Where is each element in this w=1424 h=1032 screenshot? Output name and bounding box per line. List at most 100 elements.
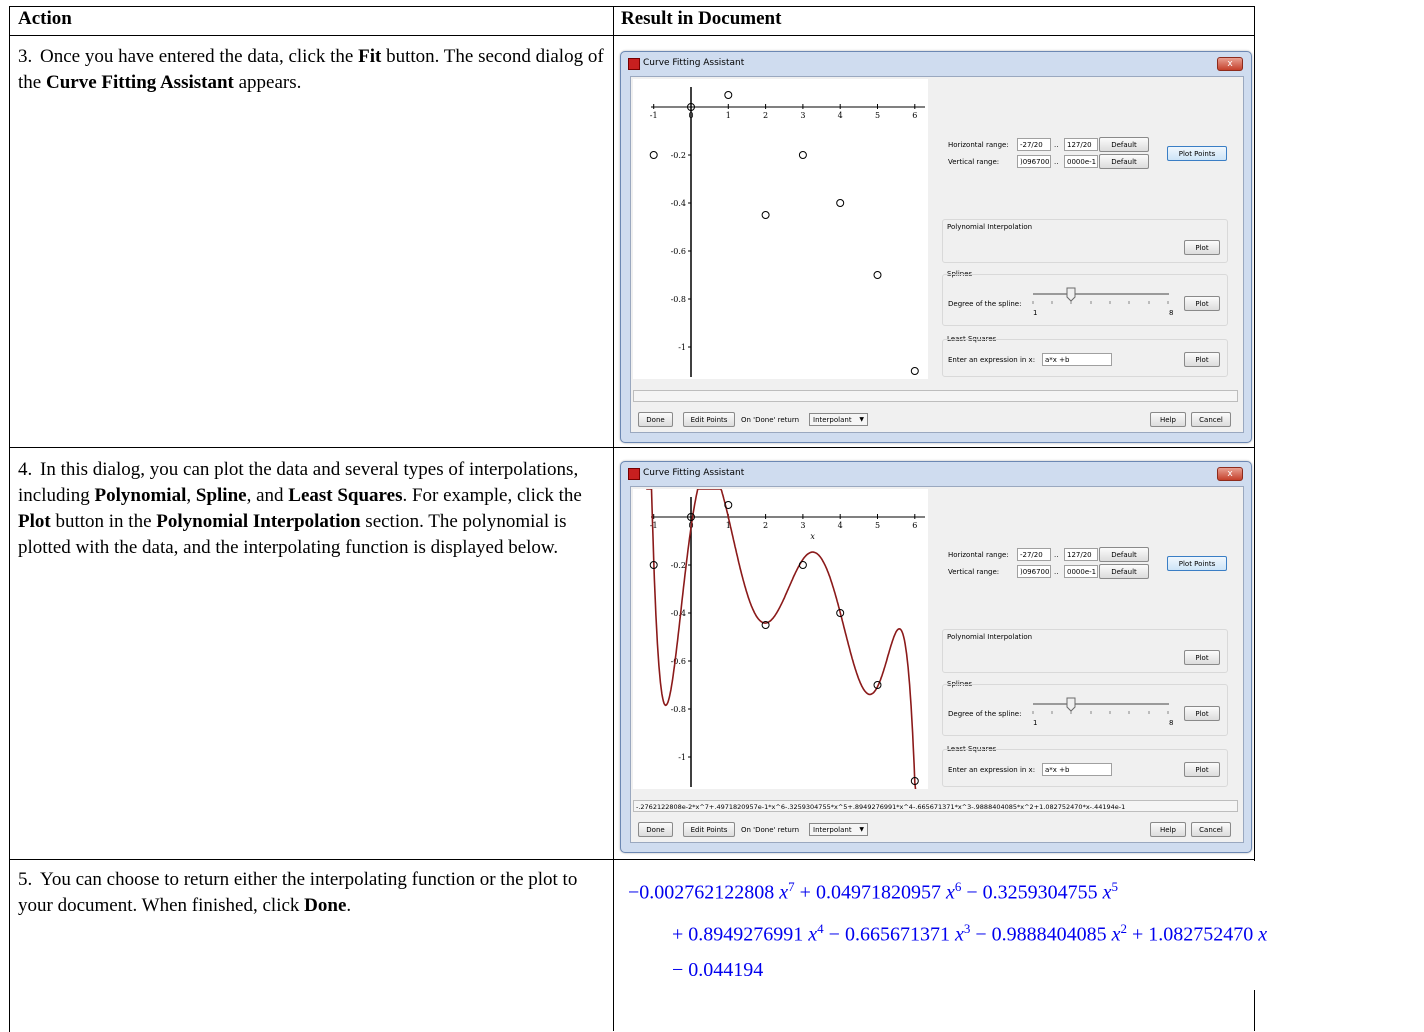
spline-max-label: 8 (1169, 719, 1174, 727)
emphasis-text: Fit (358, 46, 382, 67)
range-separator: .. (1054, 158, 1059, 166)
vertical-default-button[interactable]: Default (1099, 564, 1149, 579)
step-5-text: 5. You can choose to return either the in… (18, 867, 608, 919)
math-coefficient: + 0.04971820957 (794, 881, 946, 904)
emphasis-text: Curve Fitting Assistant (45, 72, 234, 93)
spline-degree-slider[interactable] (1031, 287, 1171, 307)
expression-input[interactable]: a*x +b (1042, 353, 1112, 366)
vertical-min-input[interactable]: )096700 (1017, 565, 1051, 578)
return-type-value: Interpolant (813, 416, 852, 424)
table-border-right-lower (1254, 990, 1255, 1031)
step-number: 5. (18, 869, 33, 890)
app-icon (628, 58, 640, 70)
chevron-down-icon: ▼ (859, 826, 864, 833)
emphasis-text: Polynomial Interpolation (156, 511, 361, 532)
data-point (649, 151, 658, 159)
horizontal-min-input[interactable]: -27/20 (1017, 548, 1051, 561)
close-button[interactable]: x (1217, 57, 1243, 71)
math-variable: x (1111, 923, 1121, 946)
plot-svg: -1 0 1 2 3 4 5 6-0.2-0.4-0.6-0.8-1x (646, 489, 925, 789)
x-tick-label: 5 (875, 521, 880, 530)
y-tick-label: -0.6 (671, 247, 686, 256)
x-tick-label: 5 (875, 111, 880, 120)
done-button[interactable]: Done (638, 822, 673, 837)
dialog-titlebar[interactable]: Curve Fitting Assistant x (621, 52, 1251, 76)
vertical-max-input[interactable]: 0000e-1 (1064, 155, 1098, 168)
horizontal-default-button[interactable]: Default (1099, 137, 1149, 152)
horizontal-max-input[interactable]: 127/20 (1064, 548, 1098, 561)
interpolant-display (633, 390, 1238, 402)
data-point (836, 199, 845, 207)
horizontal-default-button[interactable]: Default (1099, 547, 1149, 562)
x-tick-label: -1 (650, 111, 658, 120)
vertical-max-input[interactable]: 0000e-1 (1064, 565, 1098, 578)
cancel-button[interactable]: Cancel (1191, 822, 1231, 837)
step-4-text: 4. In this dialog, you can plot the data … (18, 457, 608, 561)
help-button[interactable]: Help (1150, 412, 1186, 427)
x-tick-label: 4 (838, 521, 843, 530)
slider-svg (1032, 697, 1169, 714)
data-point (761, 211, 770, 219)
math-coefficient: + 0.8949276991 (672, 923, 809, 946)
close-button[interactable]: x (1217, 467, 1243, 481)
plot-area: -1 0 1 2 3 4 5 6 -0.2 -0.4 -0.6 -0.8 -1 (633, 79, 928, 379)
spline-degree-slider[interactable] (1031, 697, 1171, 717)
math-coefficient: −0.002762122808 (628, 881, 780, 904)
x-tick-label: 2 (763, 111, 768, 120)
cancel-button[interactable]: Cancel (1191, 412, 1231, 427)
horizontal-max-input[interactable]: 127/20 (1064, 138, 1098, 151)
done-button[interactable]: Done (638, 412, 673, 427)
spline-plot-button[interactable]: Plot (1184, 706, 1220, 721)
y-tick-label: -0.2 (671, 151, 686, 160)
least-squares-plot-button[interactable]: Plot (1184, 352, 1220, 367)
app-icon (628, 468, 640, 480)
emphasis-text: Polynomial (94, 485, 187, 506)
table-border-right (1254, 6, 1255, 861)
math-coefficient: − 0.9888404085 (970, 923, 1112, 946)
help-button[interactable]: Help (1150, 822, 1186, 837)
return-type-dropdown[interactable]: Interpolant ▼ (809, 413, 868, 426)
math-variable: x (954, 923, 964, 946)
math-variable: x (945, 881, 955, 904)
dialog-client: -1 0 1 2 3 4 5 6 -0.2 -0.4 -0.6 -0.8 -1 Horizontal r… (630, 76, 1244, 433)
range-separator: .. (1054, 551, 1059, 559)
edit-points-button[interactable]: Edit Points (683, 412, 735, 427)
table-row-divider (9, 859, 1255, 860)
dialog-titlebar[interactable]: Curve Fitting Assistant x (621, 462, 1251, 486)
least-squares-plot-button[interactable]: Plot (1184, 762, 1220, 777)
y-tick-label: -0.4 (671, 199, 686, 208)
curve-fitting-dialog-with-plot: Curve Fitting Assistant x -1 0 1 2 3 4 5 6 -0.2-… (620, 461, 1252, 853)
data-point (873, 271, 882, 279)
vertical-min-input[interactable]: )096700 (1017, 155, 1051, 168)
vertical-range-label: Vertical range: (948, 158, 1000, 166)
vertical-default-button[interactable]: Default (1099, 154, 1149, 169)
result-polynomial-line-3: − 0.044194 (672, 959, 763, 982)
horizontal-min-input[interactable]: -27/20 (1017, 138, 1051, 151)
data-point (798, 561, 807, 569)
range-separator: .. (1054, 141, 1059, 149)
spline-plot-button[interactable]: Plot (1184, 296, 1220, 311)
spline-degree-label: Degree of the spline: (948, 710, 1022, 718)
expression-input[interactable]: a*x +b (1042, 763, 1112, 776)
step-text-run: , and (246, 485, 289, 506)
column-header-action: Action (18, 8, 72, 29)
spline-min-label: 1 (1033, 719, 1038, 727)
polynomial-plot-button[interactable]: Plot (1184, 240, 1220, 255)
plot-points-button[interactable]: Plot Points (1167, 146, 1227, 161)
edit-points-button[interactable]: Edit Points (683, 822, 735, 837)
spline-min-label: 1 (1033, 309, 1038, 317)
x-tick-label: 1 (726, 111, 731, 120)
x-tick-label: 4 (838, 111, 843, 120)
math-variable: x (1258, 923, 1268, 946)
plot-points-button[interactable]: Plot Points (1167, 556, 1227, 571)
x-tick-label: 3 (800, 111, 805, 120)
result-polynomial-line-2: + 0.8949276991 x4 − 0.665671371 x3 − 0.9… (672, 921, 1267, 947)
expression-label: Enter an expression in x: (948, 356, 1036, 364)
step-text-run: Once you have entered the data, click th… (40, 46, 359, 67)
x-tick-label: 3 (800, 521, 805, 530)
polynomial-plot-button[interactable]: Plot (1184, 650, 1220, 665)
x-tick-label: 2 (763, 521, 768, 530)
horizontal-range-label: Horizontal range: (948, 551, 1009, 559)
return-type-dropdown[interactable]: Interpolant ▼ (809, 823, 868, 836)
table-header-divider (9, 35, 1255, 36)
